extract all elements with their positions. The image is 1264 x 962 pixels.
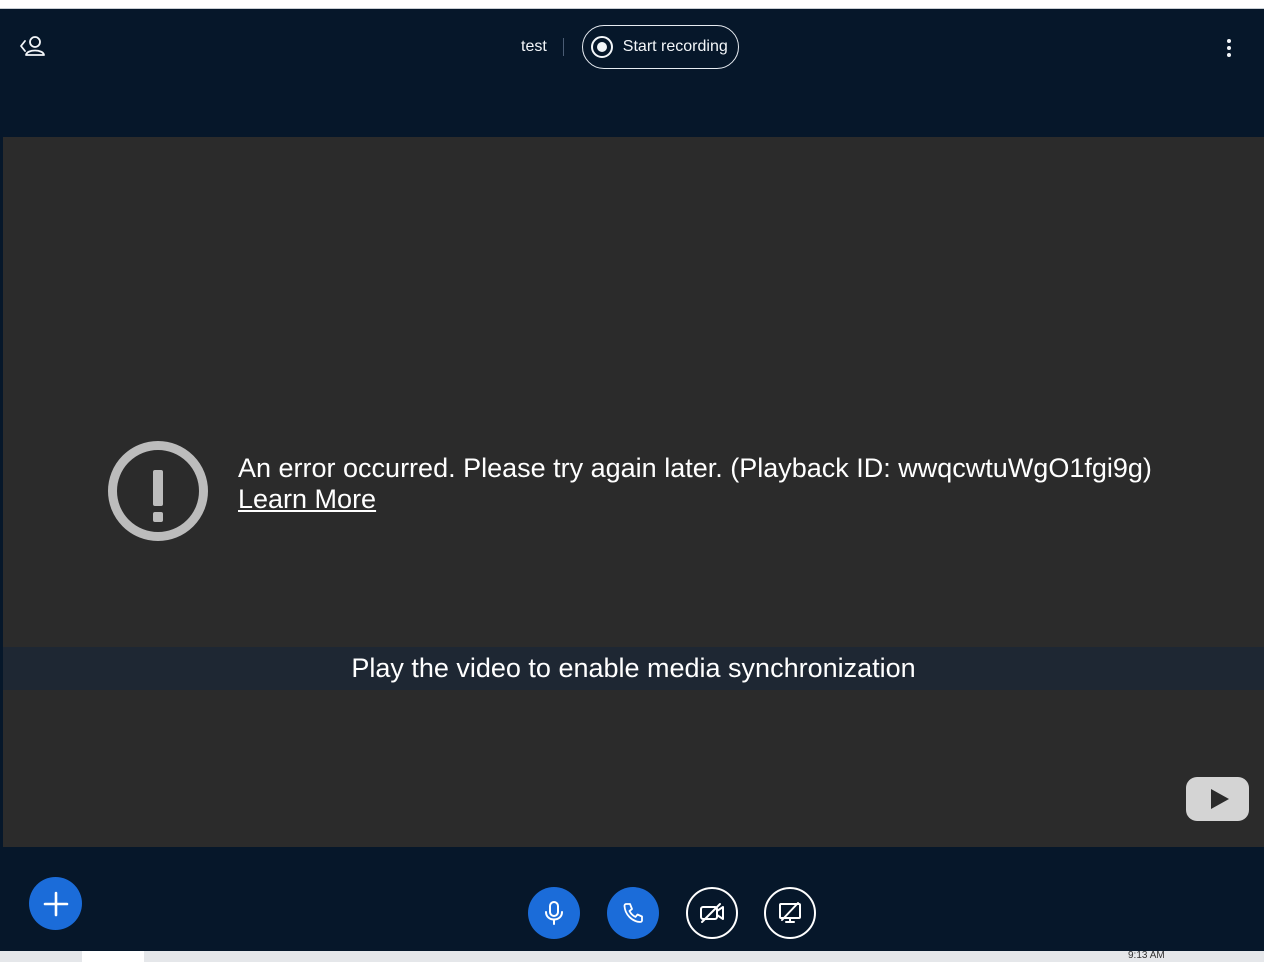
leave-audio-button[interactable] — [607, 887, 659, 939]
more-vertical-icon-dot — [1227, 46, 1231, 50]
record-icon — [590, 36, 613, 58]
window-top-border — [0, 0, 1264, 9]
learn-more-link[interactable]: Learn More — [238, 484, 376, 515]
options-menu-button[interactable] — [1216, 35, 1242, 61]
mute-microphone-button[interactable] — [528, 887, 580, 939]
more-vertical-icon-dot — [1227, 53, 1231, 57]
user-list-toggle-icon — [20, 36, 45, 56]
error-message: An error occurred. Please try again late… — [238, 453, 1152, 483]
phone-icon — [623, 903, 643, 923]
video-off-icon — [700, 903, 724, 923]
external-video-player[interactable]: An error occurred. Please try again late… — [3, 137, 1264, 847]
taskbar-item[interactable] — [82, 951, 144, 962]
meeting-title: test — [521, 38, 547, 55]
microphone-icon — [545, 901, 563, 925]
screen-share-off-icon — [779, 902, 801, 923]
alert-icon-bar — [153, 470, 163, 506]
meeting-app: test Start recording An error occurred. … — [0, 9, 1264, 951]
actions-button[interactable] — [29, 877, 82, 930]
alert-circle-icon — [108, 441, 208, 541]
title-bar: test Start recording — [505, 25, 739, 69]
taskbar-clock: 9:13 AM — [1128, 950, 1165, 961]
share-webcam-button[interactable] — [686, 887, 738, 939]
youtube-play-button[interactable] — [1186, 777, 1249, 821]
user-list-toggle-button[interactable] — [18, 33, 52, 59]
alert-icon-dot — [153, 512, 163, 522]
plus-icon — [43, 891, 68, 916]
start-recording-label: Start recording — [622, 38, 728, 55]
title-separator — [562, 38, 564, 56]
os-taskbar — [0, 951, 1264, 962]
share-screen-button[interactable] — [764, 887, 816, 939]
start-recording-button[interactable]: Start recording — [581, 25, 739, 69]
more-vertical-icon — [1227, 39, 1231, 43]
header: test Start recording — [0, 9, 1264, 83]
media-sync-banner: Play the video to enable media synchroni… — [3, 647, 1264, 690]
error-message-block: An error occurred. Please try again late… — [238, 453, 1238, 515]
